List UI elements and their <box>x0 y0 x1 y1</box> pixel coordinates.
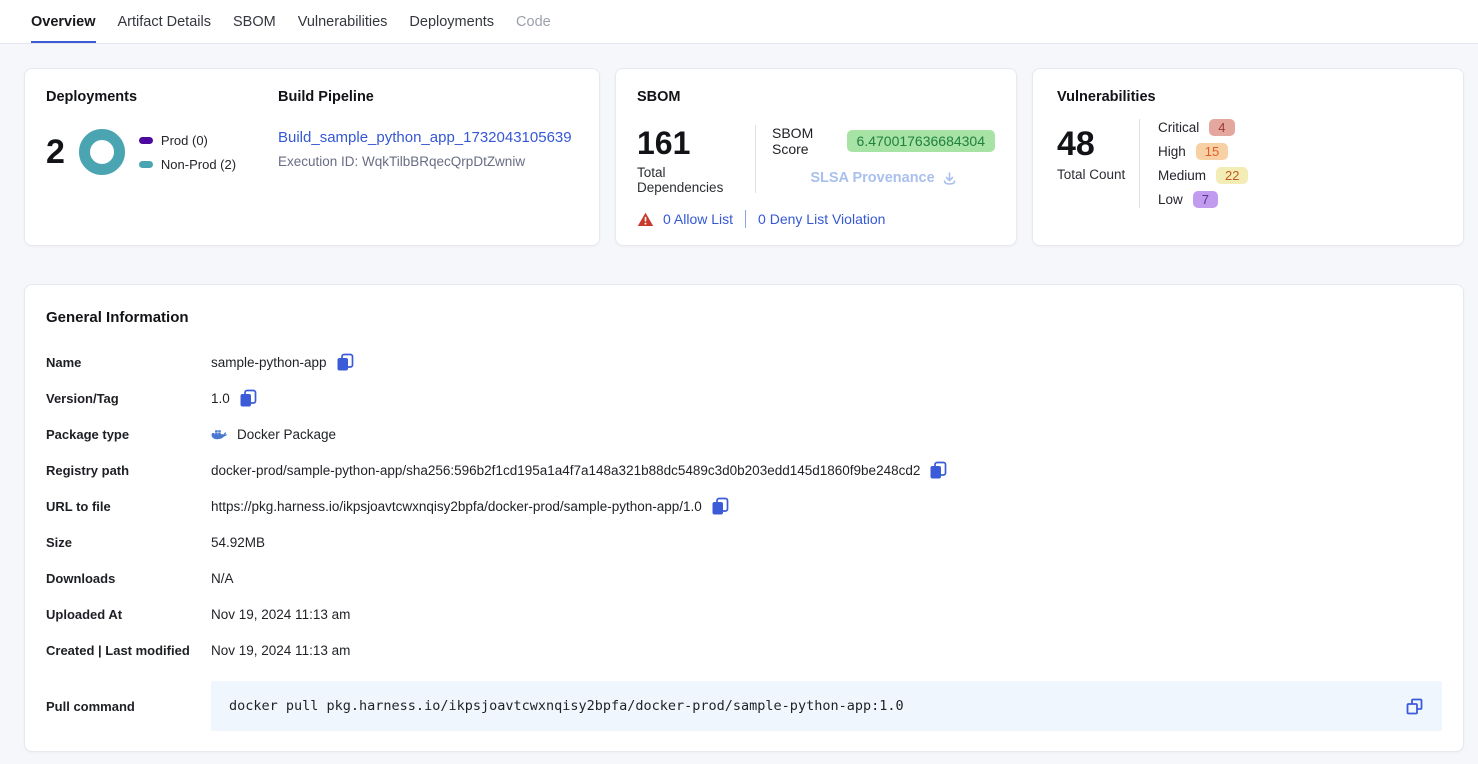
build-pipeline-section: Build Pipeline Build_sample_python_app_1… <box>278 89 578 225</box>
row-label: Size <box>46 535 211 550</box>
package-type-value: Docker Package <box>237 427 336 442</box>
row-label: URL to file <box>46 499 211 514</box>
copy-outline-icon[interactable] <box>1405 697 1424 716</box>
row-label: Version/Tag <box>46 391 211 406</box>
row-label: Created | Last modified <box>46 643 211 658</box>
created-modified-value: Nov 19, 2024 11:13 am <box>211 643 350 658</box>
sbom-divider <box>755 125 756 193</box>
deployments-section: Deployments 2 Prod (0) Non-Prod (2) <box>46 89 278 225</box>
non-prod-swatch <box>139 161 153 168</box>
uploaded-at-value: Nov 19, 2024 11:13 am <box>211 607 350 622</box>
copy-icon[interactable] <box>711 497 729 516</box>
info-row-size: Size 54.92MB <box>46 532 1442 553</box>
allow-deny-divider <box>745 210 746 228</box>
docker-icon <box>211 428 228 442</box>
summary-cards-row: Deployments 2 Prod (0) Non-Prod (2) <box>24 68 1464 246</box>
severity-count-badge: 4 <box>1209 119 1234 136</box>
info-row-version: Version/Tag 1.0 <box>46 388 1442 409</box>
general-information-card: General Information Name sample-python-a… <box>24 284 1464 752</box>
deployments-legend: Prod (0) Non-Prod (2) <box>139 133 236 172</box>
vulnerabilities-title: Vulnerabilities <box>1057 89 1439 105</box>
deployments-title: Deployments <box>46 89 278 105</box>
vulnerabilities-card: Vulnerabilities 48 Total Count Critical … <box>1032 68 1464 246</box>
info-row-downloads: Downloads N/A <box>46 568 1442 589</box>
pull-command-value: docker pull pkg.harness.io/ikpsjoavtcwxn… <box>229 698 1405 714</box>
legend-item-prod: Prod (0) <box>139 133 236 148</box>
url-value: https://pkg.harness.io/ikpsjoavtcwxnqisy… <box>211 499 702 514</box>
row-label: Registry path <box>46 463 211 478</box>
severity-row-medium: Medium 22 <box>1158 167 1248 184</box>
severity-row-critical: Critical 4 <box>1158 119 1248 136</box>
severity-count-badge: 22 <box>1216 167 1248 184</box>
artifact-name-value: sample-python-app <box>211 355 327 370</box>
prod-label: Prod (0) <box>161 133 208 148</box>
tab-sbom[interactable]: SBOM <box>233 0 276 43</box>
sbom-title: SBOM <box>637 89 995 105</box>
deployments-card: Deployments 2 Prod (0) Non-Prod (2) <box>24 68 600 246</box>
severity-label: High <box>1158 144 1186 159</box>
tab-bar: Overview Artifact Details SBOM Vulnerabi… <box>0 0 1478 44</box>
severity-label: Critical <box>1158 120 1199 135</box>
info-row-url: URL to file https://pkg.harness.io/ikpsj… <box>46 496 1442 517</box>
row-label: Pull command <box>46 699 211 714</box>
info-row-package-type: Package type Docker Package <box>46 424 1442 445</box>
copy-icon[interactable] <box>929 461 947 480</box>
tab-deployments[interactable]: Deployments <box>409 0 494 43</box>
sbom-card: SBOM 161 Total Dependencies SBOM Score 6… <box>615 68 1017 246</box>
page-content: Deployments 2 Prod (0) Non-Prod (2) <box>0 44 1478 764</box>
deny-list-link[interactable]: 0 Deny List Violation <box>758 211 885 227</box>
registry-path-value: docker-prod/sample-python-app/sha256:596… <box>211 463 920 478</box>
sbom-total-label: Total Dependencies <box>637 165 755 195</box>
sbom-total: 161 <box>637 127 755 159</box>
tab-code[interactable]: Code <box>516 0 551 43</box>
build-pipeline-link[interactable]: Build_sample_python_app_1732043105639 <box>278 129 572 146</box>
copy-icon[interactable] <box>239 389 257 408</box>
deployments-total: 2 <box>46 135 65 169</box>
severity-count-badge: 15 <box>1196 143 1228 160</box>
tab-vulnerabilities[interactable]: Vulnerabilities <box>298 0 388 43</box>
tab-artifact-details[interactable]: Artifact Details <box>118 0 211 43</box>
downloads-value: N/A <box>211 571 234 586</box>
prod-swatch <box>139 137 153 144</box>
sbom-score-badge: 6.470017636684304 <box>847 130 995 152</box>
info-row-name: Name sample-python-app <box>46 352 1442 373</box>
pull-command-box: docker pull pkg.harness.io/ikpsjoavtcwxn… <box>211 681 1442 731</box>
version-value: 1.0 <box>211 391 230 406</box>
info-row-pull-command: Pull command docker pull pkg.harness.io/… <box>46 681 1442 731</box>
info-row-registry-path: Registry path docker-prod/sample-python-… <box>46 460 1442 481</box>
general-information-title: General Information <box>46 309 1442 326</box>
severity-list: Critical 4 High 15 Medium 22 Low 7 <box>1139 119 1248 208</box>
info-row-created-modified: Created | Last modified Nov 19, 2024 11:… <box>46 640 1442 661</box>
size-value: 54.92MB <box>211 535 265 550</box>
copy-icon[interactable] <box>336 353 354 372</box>
sbom-score-label: SBOM Score <box>772 125 837 157</box>
row-label: Downloads <box>46 571 211 586</box>
severity-label: Medium <box>1158 168 1206 183</box>
execution-id: Execution ID: WqkTilbBRqecQrpDtZwniw <box>278 154 578 169</box>
row-label: Uploaded At <box>46 607 211 622</box>
slsa-provenance-link[interactable]: SLSA Provenance <box>810 170 934 186</box>
legend-item-non-prod: Non-Prod (2) <box>139 157 236 172</box>
build-pipeline-title: Build Pipeline <box>278 89 578 105</box>
severity-row-high: High 15 <box>1158 143 1248 160</box>
vulnerabilities-total: 48 <box>1057 127 1139 161</box>
tab-overview[interactable]: Overview <box>31 0 96 43</box>
info-row-uploaded-at: Uploaded At Nov 19, 2024 11:13 am <box>46 604 1442 625</box>
row-label: Name <box>46 355 211 370</box>
severity-label: Low <box>1158 192 1183 207</box>
non-prod-label: Non-Prod (2) <box>161 157 236 172</box>
severity-count-badge: 7 <box>1193 191 1218 208</box>
deployments-donut-chart <box>79 129 125 175</box>
severity-row-low: Low 7 <box>1158 191 1248 208</box>
row-label: Package type <box>46 427 211 442</box>
vulnerabilities-total-label: Total Count <box>1057 167 1139 182</box>
warning-triangle-icon <box>637 212 654 227</box>
download-icon[interactable] <box>942 171 957 186</box>
allow-list-link[interactable]: 0 Allow List <box>663 211 733 227</box>
